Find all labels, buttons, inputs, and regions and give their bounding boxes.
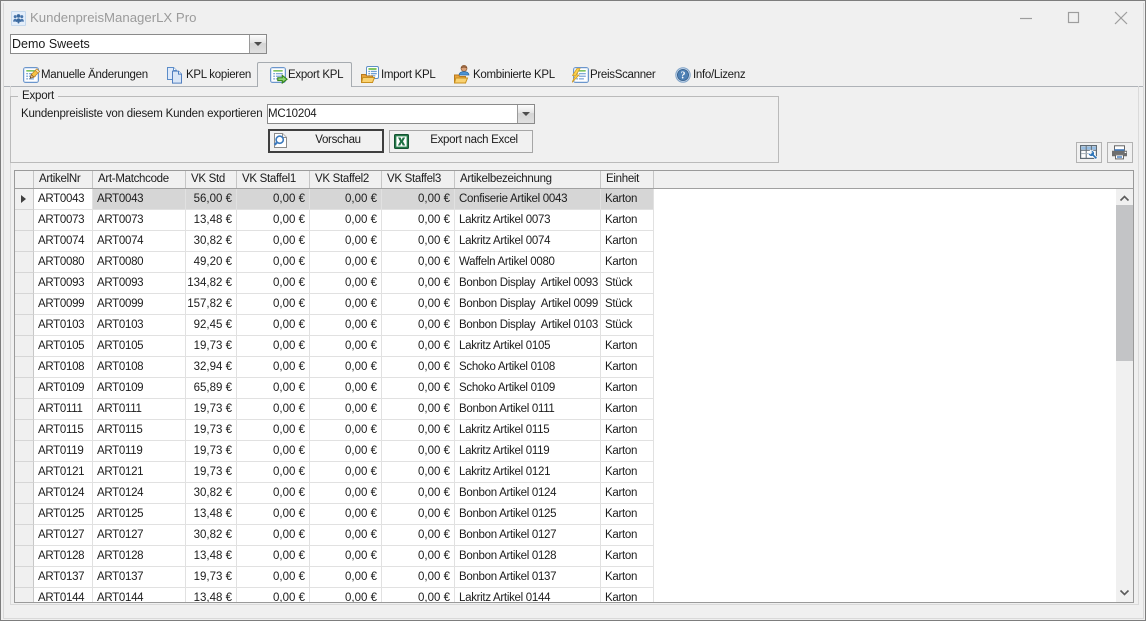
svg-text:?: ?	[681, 70, 686, 81]
